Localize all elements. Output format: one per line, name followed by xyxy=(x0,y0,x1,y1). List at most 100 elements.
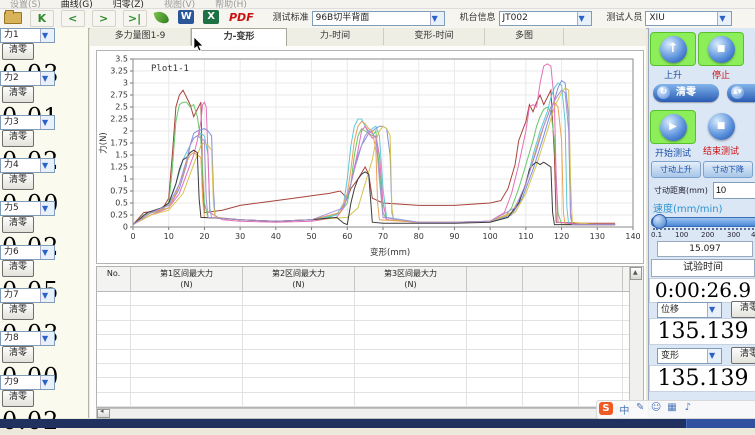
channel-select[interactable]: 力5 xyxy=(0,201,55,216)
table-header-no: No. xyxy=(97,267,131,291)
table-row[interactable] xyxy=(97,350,643,364)
chevron-down-icon[interactable] xyxy=(40,72,54,85)
svg-text:140: 140 xyxy=(625,232,640,241)
channel-select[interactable]: 力9 xyxy=(0,375,55,390)
scale-200: 200 xyxy=(701,231,714,239)
channel-select[interactable]: 力8 xyxy=(0,331,55,346)
menu-view[interactable]: 视图(V) xyxy=(154,0,205,9)
channel-clear-button[interactable]: 清零 xyxy=(2,346,34,363)
mouse-cursor xyxy=(193,37,204,52)
table-row[interactable] xyxy=(97,321,643,335)
chevron-down-icon[interactable] xyxy=(40,29,54,42)
chevron-down-icon[interactable] xyxy=(430,12,444,25)
nav-next-button[interactable]: > xyxy=(92,10,116,27)
channel-clear-button[interactable]: 清零 xyxy=(2,216,34,233)
table-row[interactable] xyxy=(97,364,643,378)
displacement-clear-button[interactable]: 清零 xyxy=(731,301,755,318)
tester-select[interactable]: XIU xyxy=(645,11,732,26)
menu-help[interactable]: 帮助(H) xyxy=(205,0,257,9)
chevron-down-icon[interactable] xyxy=(40,332,54,345)
deformation-select[interactable]: 变形 xyxy=(657,348,722,364)
jog-up-button[interactable] xyxy=(650,32,696,66)
nav-prev-button[interactable]: < xyxy=(61,10,85,27)
chevron-down-icon[interactable] xyxy=(40,202,54,215)
table-row[interactable] xyxy=(97,292,643,306)
table-row[interactable] xyxy=(97,378,643,392)
test-pause-button[interactable] xyxy=(747,110,755,142)
table-row[interactable] xyxy=(97,335,643,349)
svg-text:Plot1-1: Plot1-1 xyxy=(151,64,189,74)
chevron-down-icon[interactable] xyxy=(40,376,54,389)
tab-multiplot[interactable]: 多图 xyxy=(485,28,564,45)
table-cell xyxy=(131,378,243,391)
leaf-icon[interactable] xyxy=(154,10,170,26)
pen-icon[interactable]: ✎ xyxy=(634,402,647,413)
scroll-left-icon[interactable] xyxy=(97,409,110,418)
channel-select[interactable]: 力6 xyxy=(0,245,55,260)
tab-deformation-time[interactable]: 变形-时间 xyxy=(384,28,485,45)
chevron-down-icon[interactable] xyxy=(40,116,54,129)
language-icon[interactable]: 中 xyxy=(618,402,631,417)
tab-force-deformation[interactable]: 力-变形 xyxy=(191,28,287,47)
inch-distance-input[interactable] xyxy=(713,182,755,199)
input-method-tray: S 中 ✎ ☺ ▦ ♪ xyxy=(596,400,755,419)
inch-up-button[interactable]: 寸动上升 xyxy=(651,161,701,178)
horizontal-scrollbar[interactable] xyxy=(96,408,630,419)
channel-clear-button[interactable]: 清零 xyxy=(2,130,34,147)
test-start-button[interactable] xyxy=(650,110,696,144)
chevron-down-icon[interactable] xyxy=(707,349,721,363)
menu-curve[interactable]: 曲线(G) xyxy=(51,0,103,9)
table-cell xyxy=(243,350,355,363)
channel-select[interactable]: 力3 xyxy=(0,115,55,130)
deformation-clear-button[interactable]: 清零 xyxy=(731,347,755,364)
clear-button[interactable]: ↻清零 xyxy=(653,84,719,102)
clipped-button[interactable]: ▴▾ xyxy=(727,84,755,102)
nav-last-button[interactable]: >| xyxy=(123,10,147,27)
machine-info-select[interactable]: JT002 xyxy=(499,11,592,26)
emoji-icon[interactable]: ☺ xyxy=(650,402,663,413)
jog-down-button[interactable] xyxy=(747,32,755,64)
table-cell xyxy=(579,378,623,391)
table-row[interactable] xyxy=(97,306,643,320)
speed-slider-thumb[interactable] xyxy=(652,214,667,229)
chevron-down-icon[interactable] xyxy=(707,303,721,317)
tab-multiforce[interactable]: 多力量图1-9 xyxy=(90,28,191,45)
channel-clear-button[interactable]: 清零 xyxy=(2,260,34,277)
export-excel-icon[interactable]: X xyxy=(203,10,219,24)
vertical-scrollbar[interactable] xyxy=(629,267,643,405)
channel-clear-button[interactable]: 清零 xyxy=(2,173,34,190)
tab-force-time[interactable]: 力-时间 xyxy=(287,28,384,45)
jog-stop-button[interactable] xyxy=(698,32,744,66)
test-end-button[interactable] xyxy=(699,110,743,142)
export-word-icon[interactable]: W xyxy=(178,10,194,24)
sogou-icon[interactable]: S xyxy=(599,402,613,415)
open-folder-icon[interactable] xyxy=(4,12,22,24)
menu-settings[interactable]: 设置(S) xyxy=(0,0,51,9)
test-standard-select[interactable]: 96B切半背面 xyxy=(312,11,445,26)
keyboard-icon[interactable]: ▦ xyxy=(666,402,679,413)
chevron-down-icon[interactable] xyxy=(577,12,591,25)
channel-clear-button[interactable]: 清零 xyxy=(2,86,34,103)
taskbar[interactable] xyxy=(0,419,755,428)
channel-select[interactable]: 力1 xyxy=(0,28,55,43)
export-pdf-icon[interactable]: PDF xyxy=(229,11,254,24)
channel-clear-button[interactable]: 清零 xyxy=(2,390,34,407)
jog-down-cell: 下降 xyxy=(746,32,755,79)
chart-svg[interactable]: 010203040506070809010011012013014000.250… xyxy=(97,51,641,261)
table-row[interactable] xyxy=(97,393,643,407)
scroll-up-icon[interactable] xyxy=(630,267,642,280)
chevron-down-icon[interactable] xyxy=(717,12,731,25)
chevron-down-icon[interactable] xyxy=(40,246,54,259)
channel-clear-button[interactable]: 清零 xyxy=(2,43,34,60)
mic-icon[interactable]: ♪ xyxy=(681,402,694,413)
channel-select[interactable]: 力2 xyxy=(0,71,55,86)
nav-first-button[interactable]: K xyxy=(30,10,54,27)
chevron-down-icon[interactable] xyxy=(40,289,54,302)
channel-select[interactable]: 力4 xyxy=(0,158,55,173)
channel-select[interactable]: 力7 xyxy=(0,288,55,303)
inch-down-button[interactable]: 寸动下降 xyxy=(703,161,753,178)
displacement-select[interactable]: 位移 xyxy=(657,302,722,318)
channel-clear-button[interactable]: 清零 xyxy=(2,303,34,320)
menu-zero[interactable]: 归零(Z) xyxy=(103,0,154,9)
chevron-down-icon[interactable] xyxy=(40,159,54,172)
